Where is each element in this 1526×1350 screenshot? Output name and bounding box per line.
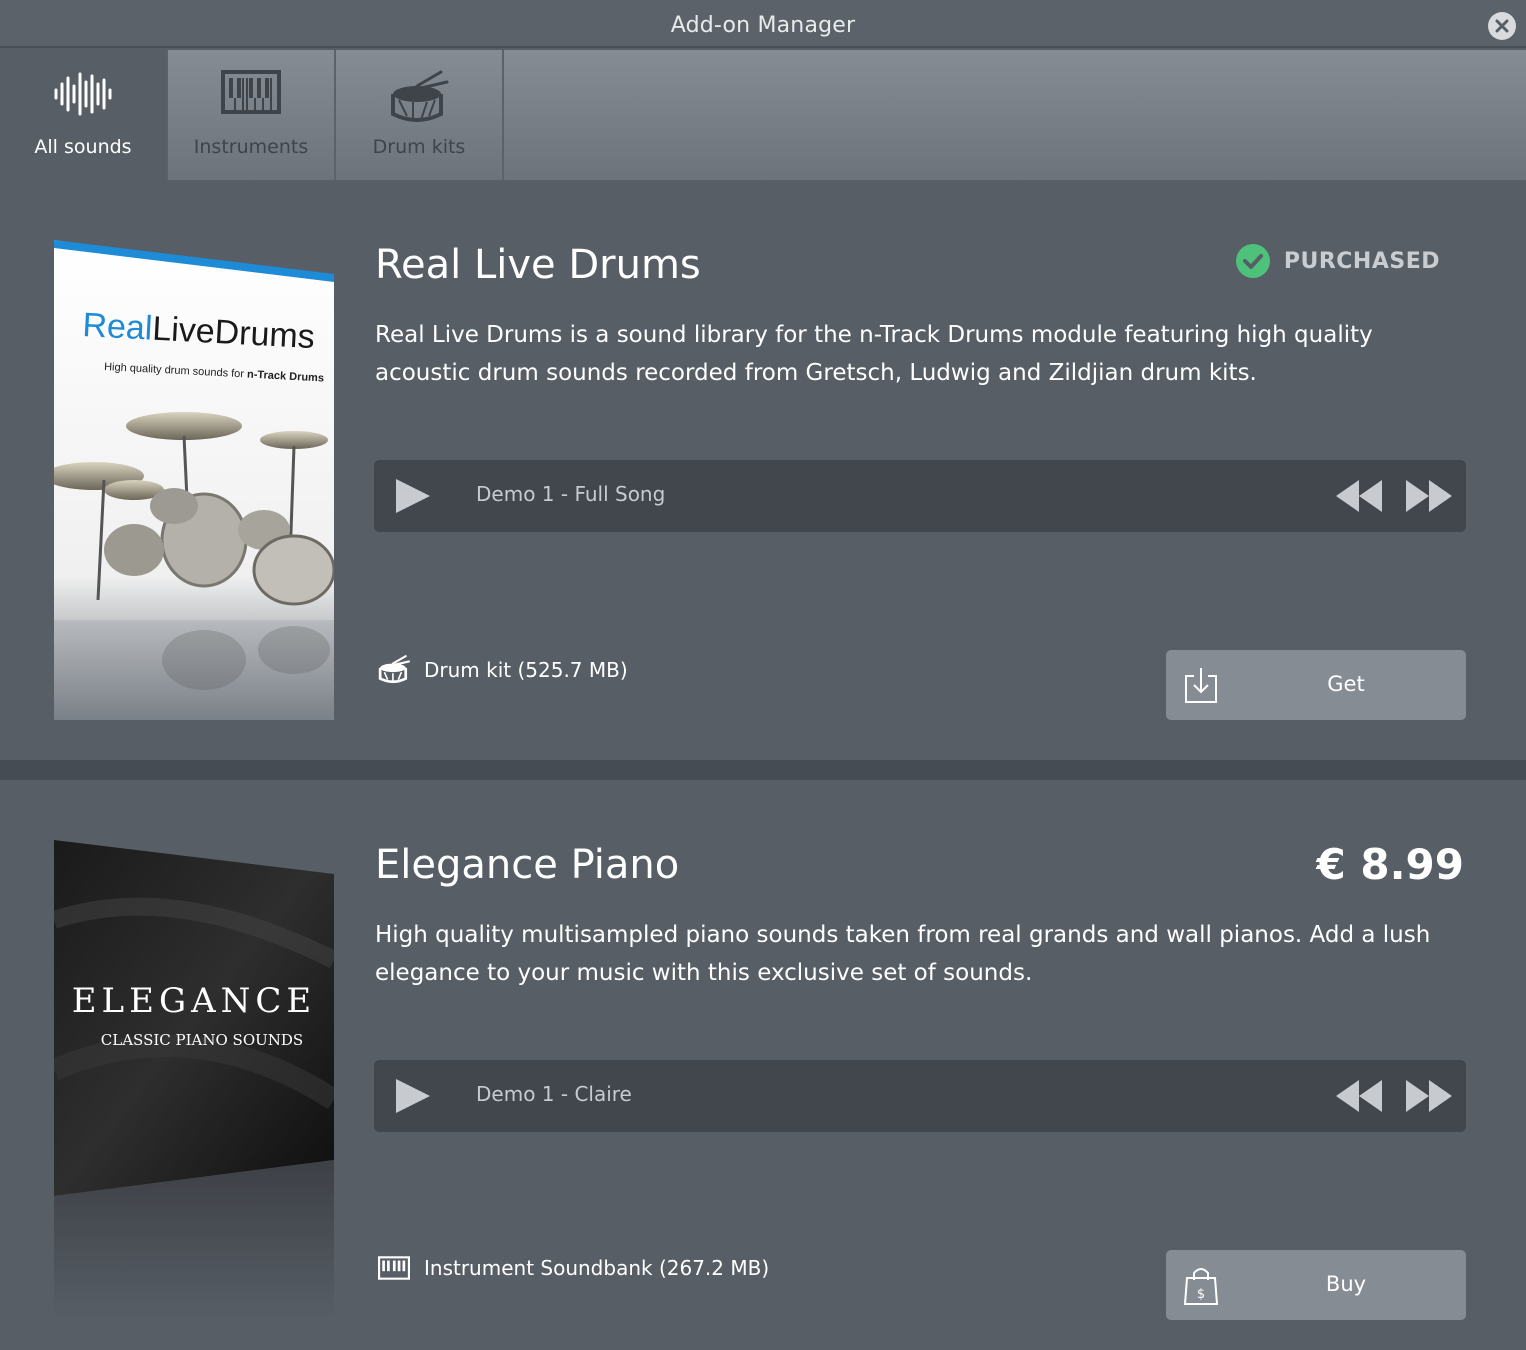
- download-icon: [1185, 668, 1217, 703]
- purchased-badge: PURCHASED: [1235, 244, 1440, 278]
- tab-label: Instruments: [193, 136, 309, 158]
- drum-icon: [378, 655, 410, 684]
- product-meta: Instrument Soundbank (267.2 MB): [378, 1256, 769, 1280]
- button-label: Buy: [1325, 1272, 1367, 1296]
- buy-button[interactable]: $ Buy: [1166, 1250, 1466, 1320]
- keyboard-icon: [221, 70, 281, 114]
- svg-text:CLASSIC PIANO SOUNDS: CLASSIC PIANO SOUNDS: [101, 1031, 303, 1049]
- close-icon: [1495, 19, 1509, 33]
- drums-cover-art: RealLiveDrums High quality drum sounds f…: [44, 240, 336, 720]
- demo-track-title: Demo 1 - Full Song: [476, 482, 666, 506]
- fast-forward-icon[interactable]: [1406, 480, 1452, 512]
- product-card: ELEGANCE CLASSIC PIANO SOUNDS Elegance P…: [0, 780, 1526, 1350]
- play-icon[interactable]: [394, 1077, 432, 1115]
- demo-player: Demo 1 - Full Song: [374, 460, 1466, 532]
- drum-icon: [391, 70, 449, 122]
- window-title: Add-on Manager: [670, 13, 856, 38]
- shopping-bag-icon: $: [1184, 1268, 1218, 1305]
- title-bar: Add-on Manager: [0, 0, 1526, 48]
- product-title: Real Live Drums: [375, 242, 701, 288]
- fast-forward-icon[interactable]: [1406, 1080, 1452, 1112]
- waveform-icon: [54, 72, 112, 116]
- product-cover-image[interactable]: RealLiveDrums High quality drum sounds f…: [44, 240, 336, 720]
- button-label: Get: [1327, 672, 1365, 696]
- keyboard-icon: [378, 1256, 410, 1280]
- rewind-icon[interactable]: [1336, 1080, 1382, 1112]
- rewind-icon[interactable]: [1336, 480, 1382, 512]
- card-divider: [0, 760, 1526, 780]
- check-icon: [1235, 244, 1270, 278]
- product-description: High quality multisampled piano sounds t…: [375, 922, 1431, 986]
- tab-drum-kits[interactable]: Drum kits: [336, 50, 504, 180]
- category-tabs: All sounds Instruments Drum kits: [0, 50, 1526, 180]
- price-label: € 8.99: [1316, 840, 1464, 889]
- product-card: RealLiveDrums High quality drum sounds f…: [0, 180, 1526, 760]
- product-description: Real Live Drums is a sound library for t…: [375, 322, 1373, 386]
- demo-track-title: Demo 1 - Claire: [476, 1082, 632, 1106]
- product-cover-image[interactable]: ELEGANCE CLASSIC PIANO SOUNDS: [49, 840, 340, 1320]
- tab-all-sounds[interactable]: All sounds: [0, 50, 168, 180]
- tab-instruments[interactable]: Instruments: [168, 50, 336, 180]
- get-button[interactable]: Get: [1166, 650, 1466, 720]
- svg-text:ELEGANCE: ELEGANCE: [72, 981, 317, 1021]
- demo-player: Demo 1 - Claire: [374, 1060, 1466, 1132]
- product-title: Elegance Piano: [375, 842, 680, 888]
- tab-label: All sounds: [34, 136, 132, 158]
- play-icon[interactable]: [394, 477, 432, 515]
- product-size: Drum kit (525.7 MB): [424, 658, 628, 682]
- status-label: PURCHASED: [1283, 248, 1440, 274]
- close-button[interactable]: [1488, 12, 1516, 40]
- product-meta: Drum kit (525.7 MB): [378, 654, 628, 686]
- svg-text:$: $: [1197, 1287, 1205, 1302]
- piano-cover-art: ELEGANCE CLASSIC PIANO SOUNDS: [49, 840, 340, 1320]
- tab-label: Drum kits: [372, 136, 466, 158]
- product-size: Instrument Soundbank (267.2 MB): [424, 1256, 770, 1280]
